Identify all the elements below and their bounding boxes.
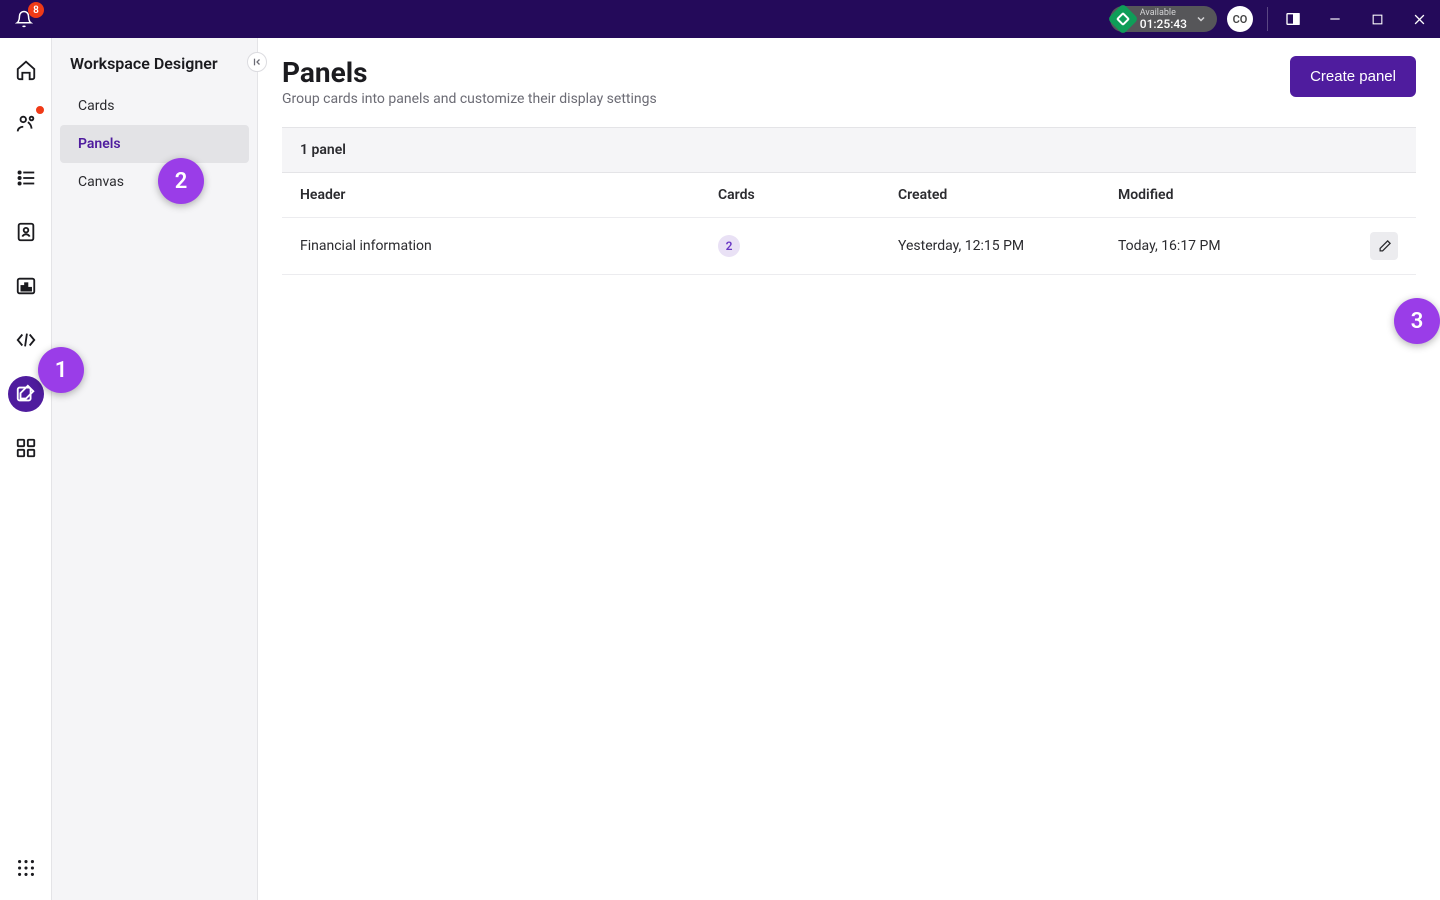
avatar[interactable]: CO [1227,6,1253,32]
reports-icon [15,275,37,297]
rail-code[interactable] [8,322,44,358]
page-heading-block: Panels Group cards into panels and custo… [282,56,657,107]
rail-routing-dot [34,104,46,116]
close-icon [1412,12,1427,27]
page-title: Panels [282,56,657,89]
rail-home[interactable] [8,52,44,88]
titlebar-right: Available 01:25:43 CO [1110,0,1440,38]
notification-count-badge: 8 [28,2,44,18]
contacts-icon [15,221,37,243]
panel-icon [1285,11,1301,27]
notifications-button[interactable]: 8 [10,5,38,33]
launcher-icon [15,857,37,879]
status-time: 01:25:43 [1140,18,1187,30]
maximize-button[interactable] [1356,0,1398,38]
cards-count-pill: 2 [718,235,740,257]
apps-icon [15,437,37,459]
panel-toggle-button[interactable] [1272,0,1314,38]
sidebar-item-label: Canvas [78,174,124,190]
rail-launcher[interactable] [8,850,44,886]
queues-icon [15,167,37,189]
rail-designer[interactable] [8,376,44,412]
designer-icon [15,383,37,405]
status-diamond-icon [1107,3,1138,34]
icon-rail [0,38,52,900]
rail-reports[interactable] [8,268,44,304]
routing-icon [15,113,37,135]
collapse-sidebar-button[interactable] [247,52,267,72]
app-body: Workspace Designer Cards Panels Canvas P… [0,38,1440,900]
collapse-icon [252,57,262,67]
home-icon [15,59,37,81]
col-header-created: Created [898,187,1118,203]
sidebar-title: Workspace Designer [52,52,257,87]
rail-queues[interactable] [8,160,44,196]
titlebar-separator [1267,7,1268,31]
table-row[interactable]: Financial information 2 Yesterday, 12:15… [282,218,1416,275]
sidebar-item-label: Panels [78,136,121,152]
sidebar-item-panels[interactable]: Panels [60,125,249,163]
close-button[interactable] [1398,0,1440,38]
status-text: Available 01:25:43 [1140,9,1187,30]
sidebar-item-label: Cards [78,98,114,114]
table-header-row: Header Cards Created Modified [282,173,1416,218]
sidebar-item-cards[interactable]: Cards [60,87,249,125]
panels-table: 1 panel Header Cards Created Modified Fi… [282,127,1416,275]
col-header-header: Header [300,187,718,203]
page-subtitle: Group cards into panels and customize th… [282,91,657,107]
presence-status[interactable]: Available 01:25:43 [1110,6,1217,32]
rail-apps[interactable] [8,430,44,466]
minimize-icon [1328,12,1342,26]
titlebar: 8 Available 01:25:43 CO [0,0,1440,38]
main-content: Panels Group cards into panels and custo… [258,38,1440,900]
maximize-icon [1371,13,1384,26]
cell-modified: Today, 16:17 PM [1118,238,1338,254]
pencil-icon [1377,239,1392,254]
edit-row-button[interactable] [1370,232,1398,260]
create-panel-label: Create panel [1310,68,1396,85]
col-header-cards: Cards [718,187,898,203]
rail-contacts[interactable] [8,214,44,250]
code-icon [15,329,37,351]
content-header: Panels Group cards into panels and custo… [282,56,1416,107]
secondary-sidebar: Workspace Designer Cards Panels Canvas [52,38,258,900]
cell-header: Financial information [300,238,718,254]
minimize-button[interactable] [1314,0,1356,38]
table-caption: 1 panel [282,128,1416,173]
cell-cards: 2 [718,235,898,257]
col-header-modified: Modified [1118,187,1338,203]
sidebar-item-canvas[interactable]: Canvas [60,163,249,201]
chevron-down-icon [1195,13,1207,25]
rail-routing[interactable] [8,106,44,142]
titlebar-left: 8 [10,5,38,33]
cell-created: Yesterday, 12:15 PM [898,238,1118,254]
create-panel-button[interactable]: Create panel [1290,56,1416,97]
avatar-initials: CO [1233,13,1248,26]
